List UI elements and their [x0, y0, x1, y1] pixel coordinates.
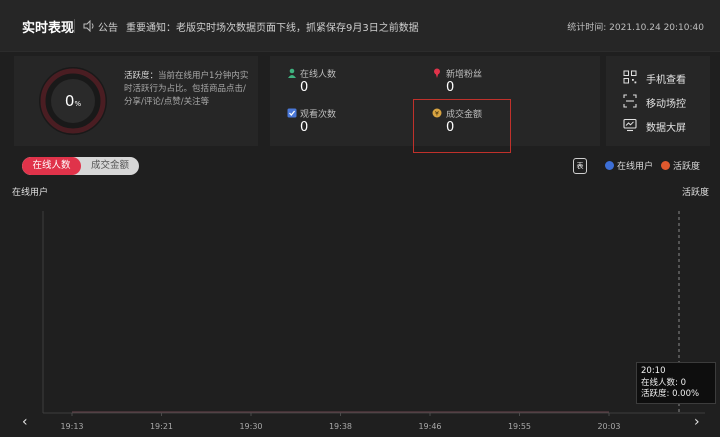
scan-icon[interactable]	[623, 94, 637, 108]
stat-time: 统计时间: 2021.10.24 20:10:40	[567, 23, 704, 33]
x-tick-label: 20:03	[597, 422, 620, 431]
activity-description: 活跃度：当前在线用户1分钟内实时活跃行为占比。包括商品点击/分享/评论/点赞/关…	[124, 71, 249, 107]
pin-icon	[434, 68, 440, 78]
x-tick-label: 19:21	[150, 422, 173, 431]
speaker-icon	[83, 20, 94, 32]
monitor-icon[interactable]	[623, 118, 637, 132]
person-icon	[288, 68, 296, 78]
metric-views-value: 0	[300, 120, 309, 135]
realtime-line-chart[interactable]: 19:13 19:21 19:30 19:38 19:46 19:55 20:03	[0, 195, 720, 437]
toggle-sales-amount[interactable]: 成交金额	[81, 157, 139, 175]
tooltip-activity: 活跃度: 0.00%	[641, 389, 700, 399]
metric-fans-value: 0	[446, 80, 455, 95]
metric-views-label: 观看次数	[300, 110, 337, 120]
title-divider	[74, 19, 75, 33]
sales-highlight-box	[413, 99, 511, 153]
qr-code-icon[interactable]	[623, 70, 637, 84]
tooltip-online: 在线人数: 0	[641, 377, 686, 388]
chart-tooltip: 20:10 在线人数: 0 活跃度: 0.00%	[636, 362, 716, 404]
x-tick-label: 19:38	[329, 422, 352, 431]
mobile-view-link[interactable]: 手机查看	[646, 71, 686, 86]
x-tick-label: 19:55	[508, 422, 531, 431]
x-tick-label: 19:13	[60, 422, 83, 431]
x-tick-label: 19:30	[239, 422, 262, 431]
legend-online-dot[interactable]	[605, 161, 614, 170]
notice-text[interactable]: 重要通知：老版实时场次数据页面下线，抓紧保存9月3日之前数据	[126, 19, 419, 34]
chart-next-arrow[interactable]: ›	[694, 414, 700, 430]
table-view-button[interactable]: 表	[573, 158, 587, 174]
big-screen-link[interactable]: 数据大屏	[646, 119, 686, 134]
x-tick-label: 19:46	[418, 422, 441, 431]
toggle-online-users[interactable]: 在线人数	[22, 157, 81, 175]
metric-fans-label: 新增粉丝	[446, 70, 483, 80]
activity-gauge-value: 0%	[64, 92, 82, 110]
chart-prev-arrow[interactable]: ‹	[22, 414, 28, 430]
metric-toggle[interactable]: 在线人数 成交金额	[22, 157, 139, 175]
tooltip-time: 20:10	[641, 366, 666, 376]
notice-label: 公告	[98, 23, 118, 34]
mobile-control-link[interactable]: 移动场控	[646, 95, 686, 110]
page-title: 实时表现	[22, 21, 75, 36]
metric-online-label: 在线人数	[300, 70, 337, 80]
legend-activity-dot[interactable]	[661, 161, 670, 170]
legend-activity-label[interactable]: 活跃度	[673, 159, 700, 172]
legend-online-label[interactable]: 在线用户	[617, 159, 653, 172]
metric-online-value: 0	[300, 80, 309, 95]
checkbox-icon	[287, 108, 297, 118]
